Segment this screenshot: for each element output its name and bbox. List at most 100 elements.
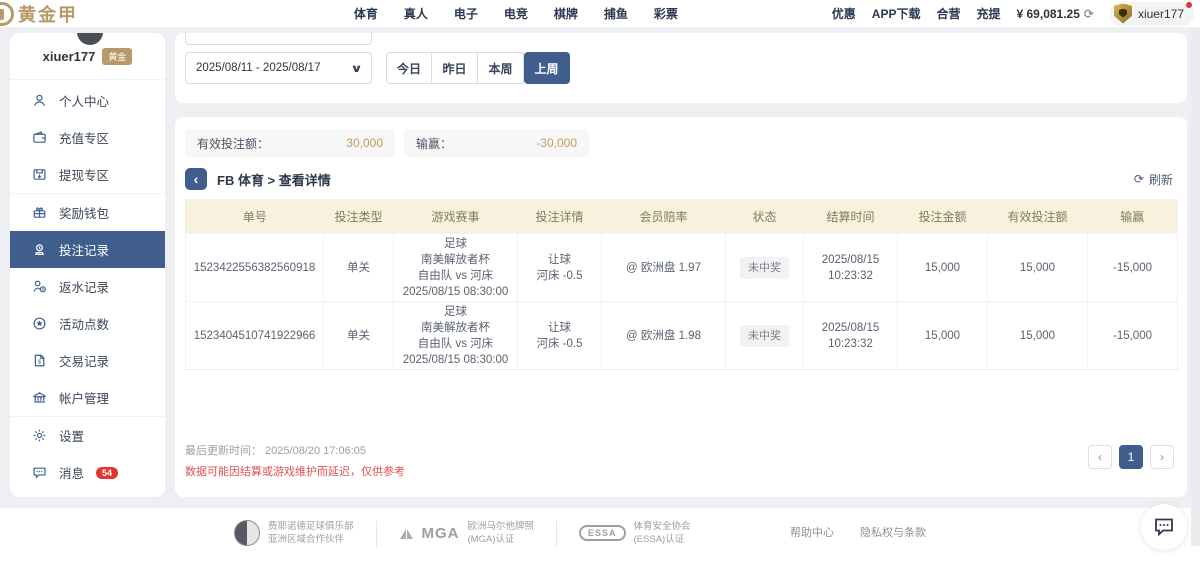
back-button[interactable]: ‹: [185, 168, 207, 190]
sidebar-item-settings[interactable]: 设置: [10, 417, 165, 454]
cell-odds: @ 欧洲盘 1.98: [602, 302, 726, 370]
quick-today-button[interactable]: 今日: [386, 52, 432, 84]
main-nav: 体育 真人 电子 电竞 棋牌 捕鱼 彩票: [200, 5, 832, 22]
cell-order-no: 1523422556382560918: [186, 234, 324, 302]
vip-level-badge: 黄金: [102, 48, 132, 65]
status-badge: 未中奖: [740, 325, 789, 347]
quick-yesterday-button[interactable]: 昨日: [432, 52, 478, 84]
page-prev-button[interactable]: ‹: [1088, 445, 1112, 469]
header-username: xiuer177: [1138, 7, 1184, 21]
essa-logo-icon: ESSA: [579, 525, 626, 541]
summary-stats: 有效投注额： 30,000 输赢： -30,000: [185, 129, 589, 157]
bet-records-panel: 有效投注额： 30,000 输赢： -30,000 ‹ FB 体育 > 查看详情…: [175, 117, 1187, 497]
nav-sports[interactable]: 体育: [354, 5, 378, 22]
partner-name: 费耶诺德足球俱乐部: [268, 520, 354, 533]
refresh-button[interactable]: ⟳ 刷新: [1134, 171, 1173, 188]
sidebar-item-label: 消息: [59, 463, 84, 482]
valid-bet-label: 有效投注额：: [197, 135, 269, 152]
partner-name: 体育安全协会: [634, 520, 691, 533]
link-deposit-withdraw[interactable]: 充提: [976, 5, 1000, 22]
bet-market: 让球: [518, 252, 601, 268]
balance-refresh-icon[interactable]: ⟳: [1084, 7, 1094, 21]
table-row: 1523422556382560918 单关 足球 南美解放者杯 自由队 vs …: [186, 234, 1178, 302]
sidebar-item-withdraw[interactable]: 提现专区: [10, 156, 165, 193]
sidebar-item-label: 奖励钱包: [59, 203, 109, 222]
col-order-no: 单号: [186, 200, 324, 234]
sidebar-item-activity-points[interactable]: 活动点数: [10, 305, 165, 342]
wallet-icon: [32, 130, 47, 145]
site-logo[interactable]: 黄金甲: [0, 0, 200, 28]
cell-winloss: -15,000: [1088, 234, 1178, 302]
sidebar-item-account-management[interactable]: 帐户管理: [10, 379, 165, 416]
settle-date: 2025/08/15: [804, 252, 897, 268]
back-icon: ‹: [194, 171, 199, 187]
partner-mga: MGA 欧洲马尔他牌照 (MGA)认证: [377, 520, 557, 546]
winloss-stat: 输赢： -30,000: [404, 129, 589, 157]
col-odds: 会员赔率: [602, 200, 726, 234]
link-app-download[interactable]: APP下载: [872, 5, 921, 22]
col-valid-amount: 有效投注额: [988, 200, 1088, 234]
last-update-text: 最后更新时间： 2025/08/20 17:06:05: [185, 442, 405, 458]
sidebar-item-profile[interactable]: 个人中心: [10, 82, 165, 119]
event-time: 2025/08/15 08:30:00: [394, 284, 517, 300]
sidebar-item-deposit[interactable]: 充值专区: [10, 119, 165, 156]
avatar: [1114, 4, 1132, 24]
col-event: 游戏赛事: [394, 200, 518, 234]
event-sport: 足球: [394, 304, 517, 320]
link-affiliate[interactable]: 合营: [936, 5, 960, 22]
sidebar-item-transaction-records[interactable]: $ 交易记录: [10, 342, 165, 379]
col-settle-time: 结算时间: [804, 200, 898, 234]
sidebar-item-rebate-records[interactable]: 返水记录: [10, 268, 165, 305]
live-chat-button[interactable]: [1141, 504, 1187, 550]
nav-live[interactable]: 真人: [404, 5, 428, 22]
valid-bet-stat: 有效投注额： 30,000: [185, 129, 395, 157]
platform-select-partial[interactable]: [185, 33, 372, 45]
quick-this-week-button[interactable]: 本周: [478, 52, 524, 84]
help-center-link[interactable]: 帮助中心: [790, 524, 834, 540]
feyenoord-logo-icon: [234, 520, 260, 546]
sidebar: xiuer177 黄金 个人中心 充值专区 提现专区 奖励钱包 投注记录 返水记…: [10, 33, 165, 497]
sidebar-item-messages[interactable]: 消息 54: [10, 454, 165, 491]
quick-date-buttons: 今日 昨日 本周 上周: [386, 52, 570, 84]
page-current[interactable]: 1: [1119, 445, 1143, 469]
sidebar-item-label: 活动点数: [59, 314, 109, 333]
settle-clock: 10:23:32: [804, 336, 897, 352]
cell-event: 足球 南美解放者杯 自由队 vs 河床 2025/08/15 08:30:00: [394, 234, 518, 302]
cell-settle-time: 2025/08/15 10:23:32: [804, 302, 898, 370]
balance-amount: ¥ 69,081.25: [1017, 7, 1080, 21]
bet-records-table: 单号 投注类型 游戏赛事 投注详情 会员赔率 状态 结算时间 投注金额 有效投注…: [185, 199, 1178, 370]
sidebar-item-label: 交易记录: [59, 351, 109, 370]
partner-desc: 亚洲区域合作伙伴: [268, 533, 354, 546]
detail-header: ‹ FB 体育 > 查看详情 ⟳ 刷新: [185, 167, 1173, 191]
nav-cards[interactable]: 棋牌: [554, 5, 578, 22]
user-icon: [32, 93, 47, 108]
quick-last-week-button[interactable]: 上周: [524, 52, 570, 84]
nav-esports[interactable]: 电竞: [504, 5, 528, 22]
link-promos[interactable]: 优惠: [832, 5, 856, 22]
user-menu[interactable]: xiuer177: [1110, 2, 1194, 26]
nav-slots[interactable]: 电子: [454, 5, 478, 22]
bet-selection: 河床 -0.5: [518, 268, 601, 284]
col-winloss: 输赢: [1088, 200, 1178, 234]
cell-bet-type: 单关: [324, 302, 394, 370]
cell-bet-amount: 15,000: [898, 302, 988, 370]
sidebar-item-label: 帐户管理: [59, 388, 109, 407]
footer-links: 帮助中心 隐私权与条款: [790, 524, 926, 540]
privacy-terms-link[interactable]: 隐私权与条款: [860, 524, 926, 540]
winloss-label: 输赢：: [416, 135, 452, 152]
cell-valid-amount: 15,000: [988, 234, 1088, 302]
col-status: 状态: [726, 200, 804, 234]
sidebar-item-bet-records[interactable]: 投注记录: [10, 231, 165, 268]
page-next-button[interactable]: ›: [1150, 445, 1174, 469]
table-header-row: 单号 投注类型 游戏赛事 投注详情 会员赔率 状态 结算时间 投注金额 有效投注…: [186, 200, 1178, 234]
disclaimer-text: 数据可能因结算或游戏维护而延迟，仅供参考: [185, 463, 405, 479]
mga-logo-icon: [399, 526, 414, 541]
nav-fishing[interactable]: 捕鱼: [604, 5, 628, 22]
nav-lottery[interactable]: 彩票: [654, 5, 678, 22]
page-scrollbar[interactable]: [1191, 28, 1200, 546]
date-range-picker[interactable]: 2025/08/11 - 2025/08/17 ∨: [185, 52, 372, 84]
cell-status: 未中奖: [726, 302, 804, 370]
chat-bubble-icon: [1152, 515, 1176, 539]
sidebar-item-label: 提现专区: [59, 165, 109, 184]
sidebar-item-reward-wallet[interactable]: 奖励钱包: [10, 194, 165, 231]
